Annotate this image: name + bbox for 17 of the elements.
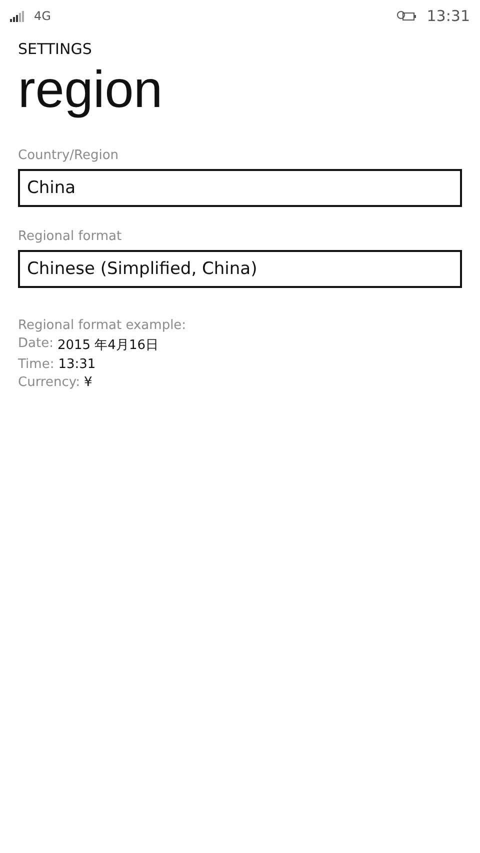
dropdown-field[interactable]: China xyxy=(18,169,462,207)
example-value: 13:31 xyxy=(58,357,96,372)
field-label: Regional format xyxy=(18,229,123,244)
dropdown-field[interactable]: Chinese (Simplified, China) xyxy=(18,250,462,288)
battery-icon xyxy=(396,10,417,22)
clock: 13:31 xyxy=(426,7,470,25)
example-label: Date: xyxy=(18,336,54,353)
example-label: Currency: xyxy=(18,375,80,390)
network-type: 4G xyxy=(34,9,51,23)
example-value: ¥ xyxy=(84,375,92,390)
page-title: region xyxy=(18,64,164,116)
example-value: 2015 年4月16日 xyxy=(57,337,158,354)
signal-icon xyxy=(10,10,24,22)
app-name: SETTINGS xyxy=(18,40,93,58)
field-label: Country/Region xyxy=(18,148,120,163)
example-label: Time: xyxy=(18,357,54,372)
example-heading: Regional format example: xyxy=(18,318,188,333)
